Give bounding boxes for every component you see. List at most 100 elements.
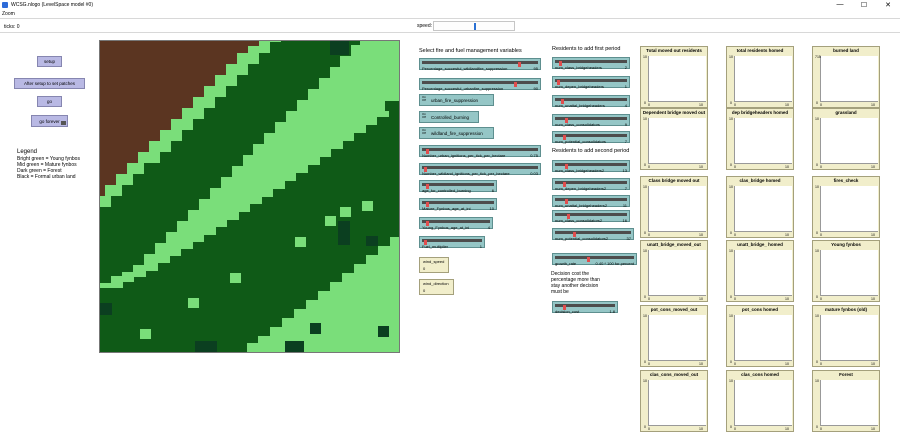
controlled-burning-switch[interactable]: On Off Controlled_burning [419, 111, 479, 123]
plot-xmin: 0 [734, 362, 736, 366]
num-class-consolidators2-slider[interactable]: num_class_consolidators2 16 [552, 210, 630, 223]
num-class-consolidators-slider[interactable]: num_class_consolidators 9 [552, 114, 630, 127]
plot-ymax: 10 [729, 185, 733, 189]
slider-value: 9 [624, 121, 627, 127]
world-view[interactable] [99, 40, 400, 353]
plot-xmax: 10 [699, 165, 703, 169]
num-unattal-bridgeheaders-slider[interactable]: num_unattal_bridgeheaders 4 [552, 95, 630, 108]
plot-panel: clas_cons_moved_out 10 0 0 10 [640, 370, 708, 432]
num-depen-bridgeheaders2-slider[interactable]: num_depen_bridgeheaders2 7 [552, 178, 630, 191]
plot-ymax: 10 [729, 314, 733, 318]
slider-label: Percentage_succesful_wildlandfire_suppre… [422, 65, 508, 71]
wind-direction-input[interactable]: wind_direction 0 [419, 279, 454, 295]
slider-value: 16 [622, 217, 627, 223]
num-potential-consolidators2-slider[interactable]: num_potential_consolidators2 37 [552, 228, 634, 241]
plot-ymax: 715 [815, 55, 821, 59]
go-button[interactable]: go [37, 96, 62, 107]
slider-knob[interactable] [518, 62, 521, 67]
num-unattal-bridgeheaders2-slider[interactable]: num_unattal_bridgeheaders2 11 [552, 195, 630, 208]
minimize-icon[interactable]: — [828, 0, 852, 9]
switch-state: On Off [422, 112, 427, 120]
plot-title: clas_cons_moved_out [649, 372, 699, 377]
plot-ymax: 10 [815, 185, 819, 189]
go-forever-button[interactable]: go forever [31, 115, 68, 127]
plot-title: unatt_bridge_moved_out [647, 242, 701, 247]
plot-ymin: 0 [730, 231, 732, 235]
plot-ymax: 10 [729, 379, 733, 383]
num-class-bridgeheaders2-slider[interactable]: num_class_bridgeheaders2 13 [552, 160, 630, 173]
plot-xmax: 10 [785, 362, 789, 366]
slider-knob[interactable] [587, 257, 590, 262]
wildland-fire-suppression-switch[interactable]: On Off wildland_fire_suppression [419, 127, 494, 139]
plot-panel: Total moved out residents 10 0 0 10 [640, 46, 708, 108]
plot-title: Forest [839, 372, 853, 377]
input-value[interactable]: 0 [423, 266, 425, 271]
menu-zoom[interactable]: Zoom [2, 11, 15, 17]
urbanfire-suppression-slider[interactable]: Percentage_succesful_urbanfire_suppressi… [419, 78, 541, 91]
controlled-burning-age-slider[interactable]: age_for_controlled_burning 6 [419, 180, 497, 193]
fuel-multiplier-slider[interactable]: Fuel_multiplier 1 [419, 236, 485, 249]
plot-panel: unatt_bridge_moved_out 10 0 0 10 [640, 240, 708, 302]
plot-ymax: 10 [729, 117, 733, 121]
young-fynbos-age-slider[interactable]: Young_Fynbos_age_at_ini 4 [419, 217, 493, 230]
plot-title: mature fynbos (old) [824, 307, 867, 312]
plot-area [820, 315, 878, 361]
plot-panel: Dependent bridge moved out 10 0 0 10 [640, 108, 708, 170]
plot-xmax: 10 [785, 103, 789, 107]
decision-cost-slider[interactable]: decision_cost 1.8 [552, 301, 618, 314]
plot-ymax: 10 [643, 185, 647, 189]
slider-label: num_class_bridgeheaders2 [555, 167, 605, 173]
input-value[interactable]: 0 [423, 288, 425, 293]
setup-button[interactable]: setup [37, 56, 62, 67]
plot-xmin: 0 [734, 233, 736, 237]
mature-fynbos-age-slider[interactable]: Mature_Fynbos_age_at_ini 10 [419, 198, 497, 211]
num-class-bridgeheaders-slider[interactable]: num_class_bridgeheaders 2 [552, 57, 630, 70]
speed-slider[interactable] [433, 21, 515, 31]
plot-ymin: 0 [644, 295, 646, 299]
plot-ymin: 0 [730, 163, 732, 167]
plot-xmax: 10 [699, 427, 703, 431]
plot-area [734, 250, 792, 296]
title-bar: WCSG.nlogo (LevelSpace model #0) — ☐ ✕ [0, 0, 900, 9]
plot-xmax: 10 [699, 362, 703, 366]
input-label: wind_direction [423, 281, 449, 286]
plot-ymax: 10 [643, 249, 647, 253]
plot-area [734, 56, 792, 102]
wind-speed-input[interactable]: wind_speed 0 [419, 257, 449, 273]
close-icon[interactable]: ✕ [876, 0, 900, 9]
slider-value: 13 [622, 167, 627, 173]
plot-ymax: 10 [729, 55, 733, 59]
plot-xmin: 0 [820, 297, 822, 301]
plot-panel: dep bridgeheaders homed 10 0 0 10 [726, 108, 794, 170]
plot-ymin: 0 [730, 425, 732, 429]
maximize-icon[interactable]: ☐ [852, 0, 876, 9]
num-potential-consolidators-slider[interactable]: num_potential_consolidators 7 [552, 131, 630, 144]
urban-ignitions-slider[interactable]: Number_urban_ignitions_per_tick_per_hect… [419, 145, 541, 158]
plot-ymax: 10 [815, 249, 819, 253]
plot-area [648, 56, 706, 102]
plot-ymax: 10 [815, 379, 819, 383]
plot-panel: clas_cons homed 10 0 0 10 [726, 370, 794, 432]
wildlandfire-suppression-slider[interactable]: Percentage_succesful_wildlandfire_suppre… [419, 58, 541, 71]
after-setup-button[interactable]: After setup to set patches [14, 78, 85, 89]
plot-xmin: 0 [648, 165, 650, 169]
plot-ymax: 10 [643, 55, 647, 59]
urban-fire-suppression-switch[interactable]: On Off urban_fire_suppression [419, 94, 494, 106]
plot-area [648, 118, 706, 164]
slider-knob[interactable] [514, 82, 517, 87]
decision-cost-note: Decision cost the percentage more than s… [551, 271, 600, 295]
plot-title: Dependent bridge moved out [642, 110, 706, 115]
speed-slider-thumb[interactable] [474, 23, 476, 30]
plot-area [734, 315, 792, 361]
slider-value: 1 [479, 243, 482, 249]
wildland-ignitions-slider[interactable]: Number_wildland_ignitions_per_tick_per_h… [419, 163, 541, 176]
plot-ymax: 10 [815, 314, 819, 318]
go-forever-button-label: go forever [39, 118, 60, 124]
plot-area [648, 315, 706, 361]
growth-rate-slider[interactable]: growth_rate 0.40 * 100 for percent [552, 253, 637, 266]
plot-ymax: 10 [643, 314, 647, 318]
window-title: WCSG.nlogo (LevelSpace model #0) [11, 1, 93, 8]
slider-value: 1 [624, 83, 627, 89]
num-depen-bridgeheaders-slider[interactable]: num_depen_bridgeheaders 1 [552, 76, 630, 89]
plot-xmin: 0 [734, 103, 736, 107]
